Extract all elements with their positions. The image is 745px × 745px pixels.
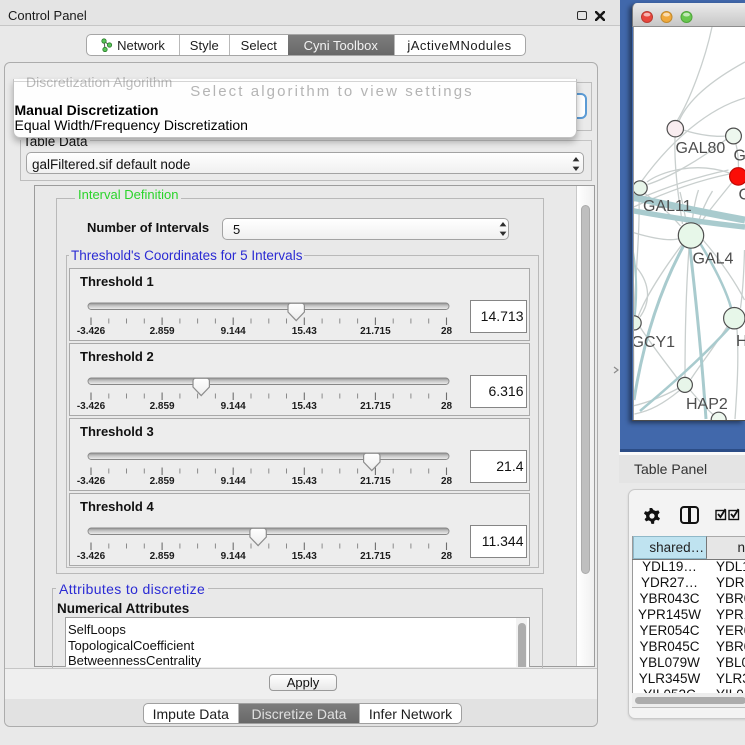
svg-text:15.43: 15.43 (292, 476, 317, 487)
svg-text:9.144: 9.144 (221, 326, 246, 337)
svg-text:GCY1: GCY1 (634, 334, 675, 351)
svg-text:GAL80: GAL80 (676, 140, 726, 157)
svg-text:2.859: 2.859 (150, 326, 175, 337)
svg-text:2.859: 2.859 (150, 476, 175, 487)
svg-text:C.: C. (739, 187, 745, 204)
svg-text:GAL4: GAL4 (693, 251, 734, 268)
svg-text:28: 28 (441, 401, 453, 412)
svg-text:HI: HI (736, 333, 745, 350)
svg-text:15.43: 15.43 (292, 551, 317, 562)
svg-text:2.859: 2.859 (150, 551, 175, 562)
svg-text:15.43: 15.43 (292, 326, 317, 337)
svg-text:28: 28 (441, 326, 453, 337)
svg-text:GAL11: GAL11 (643, 198, 692, 215)
svg-text:9.144: 9.144 (221, 551, 246, 562)
svg-text:9.144: 9.144 (221, 401, 246, 412)
svg-text:15.43: 15.43 (292, 401, 317, 412)
svg-text:21.715: 21.715 (360, 476, 391, 487)
svg-text:HAP2: HAP2 (686, 396, 728, 413)
svg-text:2.859: 2.859 (150, 401, 175, 412)
svg-text:28: 28 (441, 476, 453, 487)
svg-text:-3.426: -3.426 (77, 551, 106, 562)
svg-text:28: 28 (441, 551, 453, 562)
svg-text:G.: G. (734, 148, 745, 165)
svg-text:-3.426: -3.426 (77, 401, 106, 412)
svg-text:-3.426: -3.426 (77, 326, 106, 337)
svg-text:21.715: 21.715 (360, 551, 391, 562)
svg-text:-3.426: -3.426 (77, 476, 106, 487)
svg-text:21.715: 21.715 (360, 401, 391, 412)
svg-text:21.715: 21.715 (360, 326, 391, 337)
svg-text:9.144: 9.144 (221, 476, 246, 487)
